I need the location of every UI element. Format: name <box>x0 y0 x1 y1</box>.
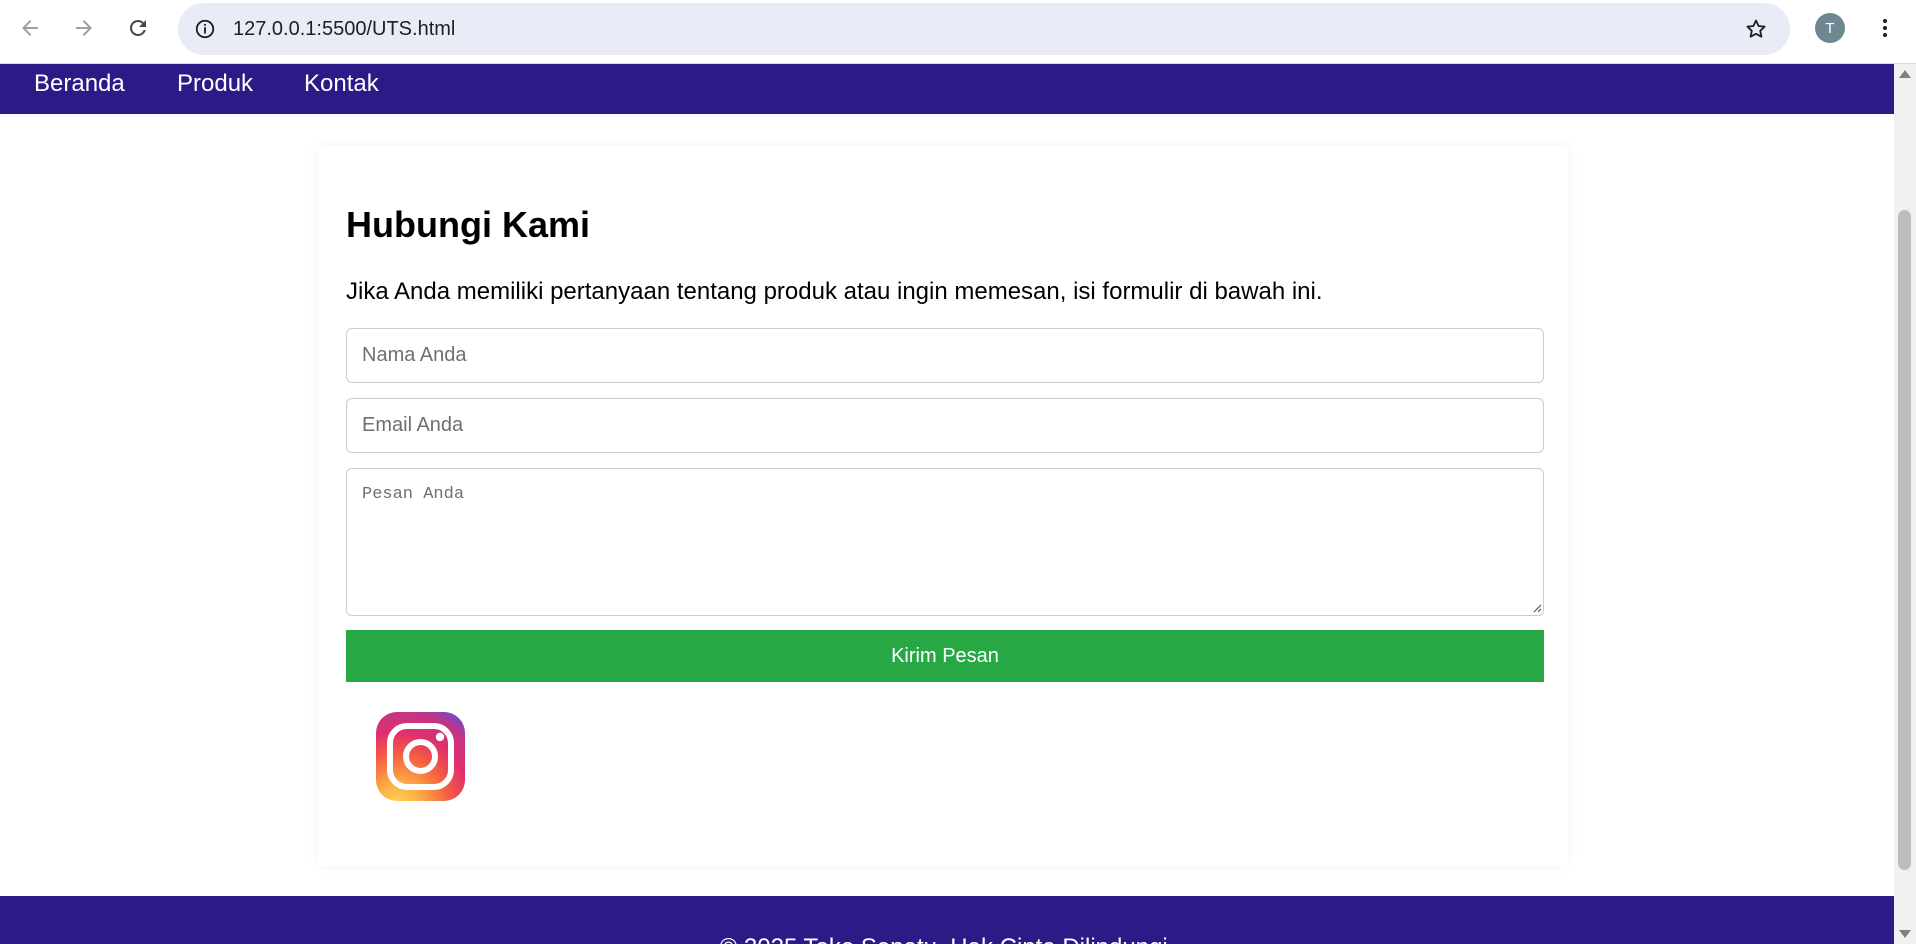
bookmark-star-icon[interactable] <box>1742 15 1770 43</box>
site-info-icon[interactable] <box>191 15 219 43</box>
back-arrow-icon[interactable] <box>12 10 48 46</box>
reload-icon[interactable] <box>120 10 156 46</box>
site-navbar: Beranda Produk Kontak <box>0 64 1894 114</box>
scroll-up-icon[interactable] <box>1894 64 1916 84</box>
submit-button[interactable]: Kirim Pesan <box>346 630 1544 682</box>
page-scrollbar[interactable] <box>1894 64 1916 944</box>
instagram-icon[interactable] <box>376 712 465 801</box>
profile-avatar[interactable]: T <box>1815 13 1845 43</box>
message-textarea[interactable] <box>346 468 1544 616</box>
url-text[interactable]: 127.0.0.1:5500/UTS.html <box>233 3 455 55</box>
scroll-down-icon[interactable] <box>1894 924 1916 944</box>
nav-link-beranda[interactable]: Beranda <box>34 64 125 104</box>
scrollbar-thumb[interactable] <box>1898 210 1911 870</box>
profile-initial: T <box>1825 19 1835 37</box>
forward-arrow-icon[interactable] <box>66 10 102 46</box>
address-bar[interactable]: 127.0.0.1:5500/UTS.html <box>178 3 1790 55</box>
footer-copyright: © 2025 Toko Sepatu. Hak Cipta Dilindungi… <box>0 934 1894 944</box>
site-footer: © 2025 Toko Sepatu. Hak Cipta Dilindungi… <box>0 896 1894 944</box>
contact-intro: Jika Anda memiliki pertanyaan tentang pr… <box>346 278 1323 305</box>
name-input[interactable] <box>346 328 1544 383</box>
page-viewport: Beranda Produk Kontak Hubungi Kami Jika … <box>0 64 1894 944</box>
nav-link-kontak[interactable]: Kontak <box>304 64 379 104</box>
textarea-resize-handle[interactable] <box>1530 601 1542 613</box>
email-input[interactable] <box>346 398 1544 453</box>
more-menu-icon[interactable] <box>1870 12 1900 44</box>
contact-title: Hubungi Kami <box>346 204 590 245</box>
browser-toolbar: 127.0.0.1:5500/UTS.html T <box>0 0 1916 64</box>
nav-link-produk[interactable]: Produk <box>177 64 253 104</box>
